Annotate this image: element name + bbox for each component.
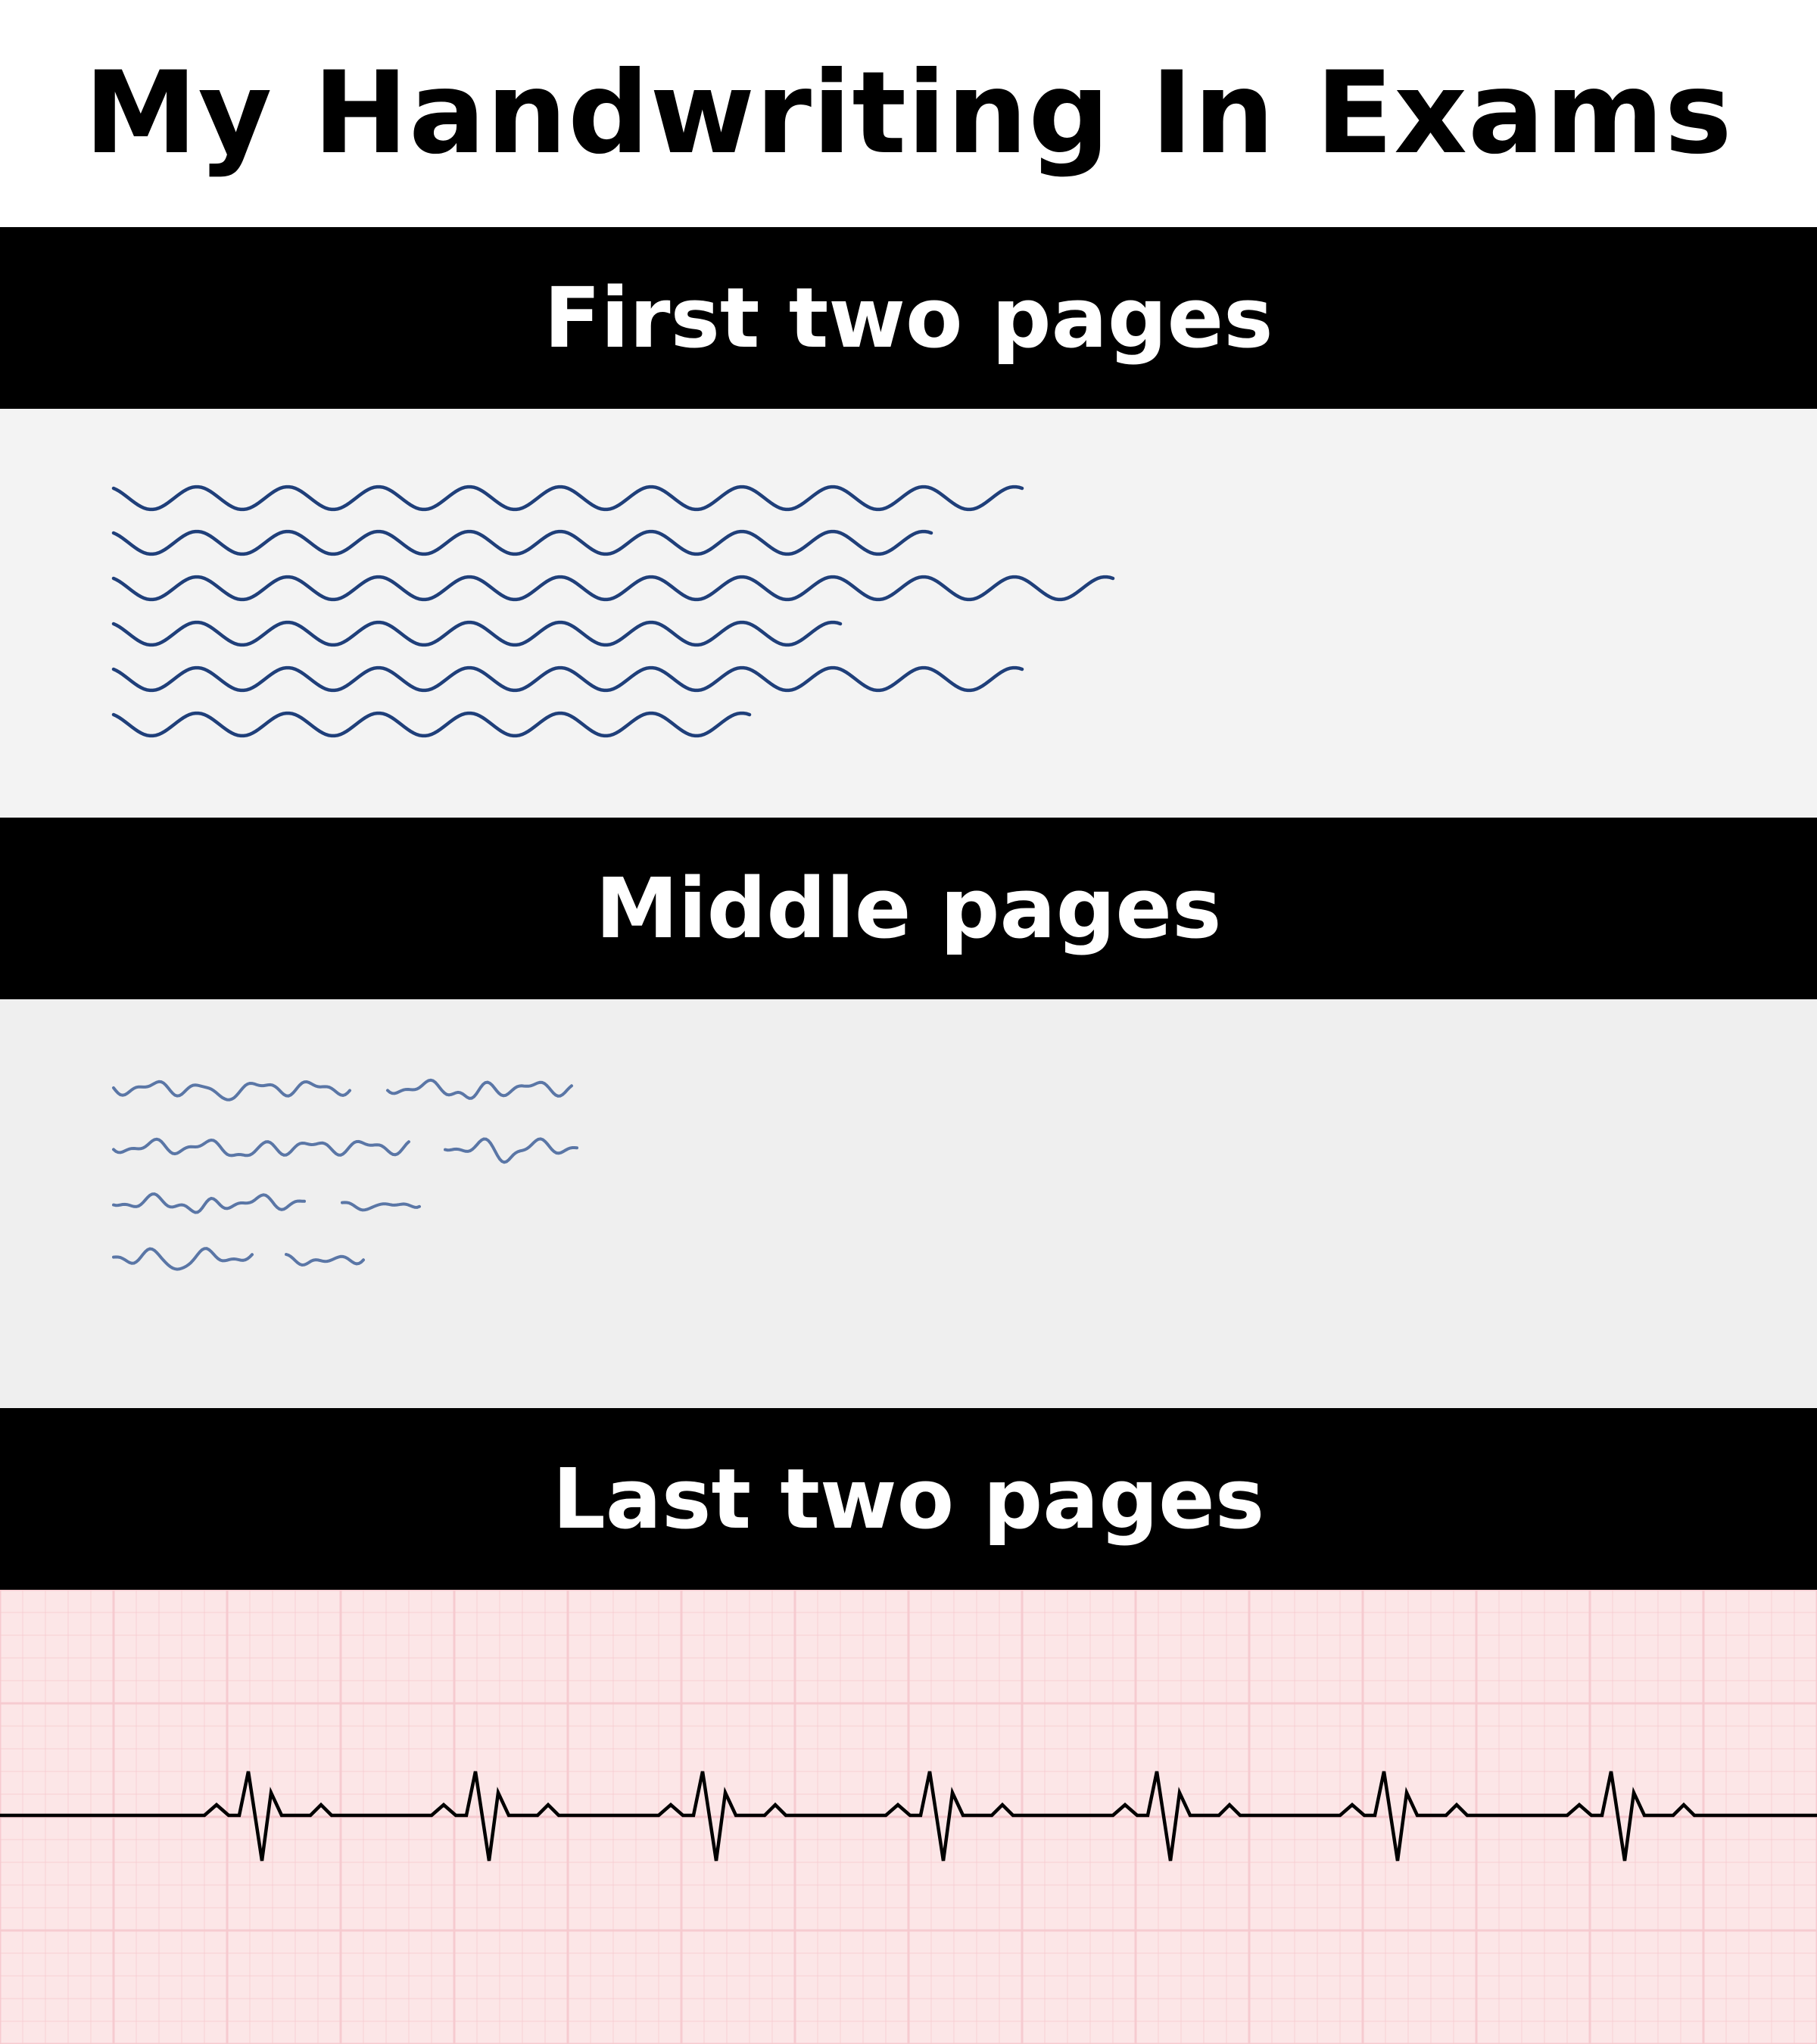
handwriting-line	[111, 575, 1115, 602]
meme-title: My Handwriting In Exams	[84, 48, 1733, 179]
handwriting-line	[111, 711, 752, 738]
handwriting-line	[111, 665, 1024, 693]
neat-handwriting-drawing	[111, 485, 1115, 738]
neat-handwriting-panel	[0, 409, 1817, 818]
handwriting-line	[111, 529, 933, 556]
handwriting-word	[386, 1078, 573, 1100]
handwriting-word	[341, 1201, 421, 1212]
handwriting-word	[112, 1080, 351, 1101]
section-header-last-pages: Last two pages	[0, 1408, 1817, 1590]
handwriting-word	[444, 1137, 578, 1164]
sloppy-handwriting-panel	[0, 999, 1817, 1408]
handwriting-line	[111, 485, 1024, 512]
section-header-first-pages: First two pages	[0, 227, 1817, 409]
handwriting-word	[112, 1247, 254, 1271]
sloppy-handwriting-drawing	[112, 1078, 578, 1271]
handwriting-word	[112, 1192, 306, 1214]
ecg-panel	[0, 1590, 1817, 2044]
handwriting-word	[285, 1253, 365, 1267]
handwriting-word	[112, 1137, 410, 1158]
handwriting-line	[111, 620, 843, 647]
section-header-middle-pages: Middle pages	[0, 818, 1817, 999]
ecg-drawing	[0, 1590, 1817, 2044]
